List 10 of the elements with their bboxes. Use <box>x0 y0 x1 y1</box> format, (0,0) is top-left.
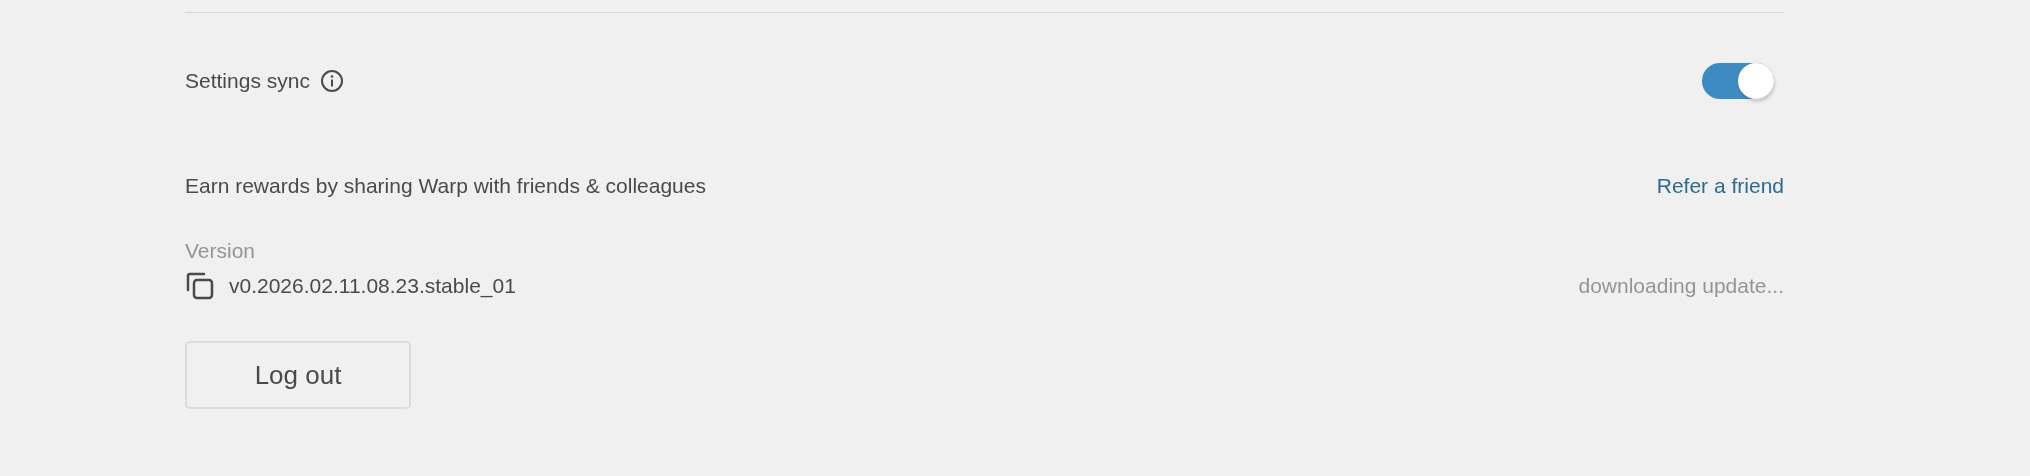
version-label: Version <box>185 239 256 263</box>
version-number: v0.2026.02.11.08.23.stable_01 <box>229 274 516 298</box>
update-status: downloading update... <box>1578 274 1784 298</box>
setting-label: Settings sync <box>185 69 310 93</box>
toggle-switch[interactable] <box>1702 63 1774 99</box>
copy-icon[interactable] <box>185 271 215 301</box>
info-icon[interactable] <box>319 69 344 93</box>
logout-button[interactable]: Log out <box>185 341 411 409</box>
referral-text: Earn rewards by sharing Warp with friends & colleagues <box>185 174 706 198</box>
refer-link[interactable]: Refer a friend <box>1656 174 1784 198</box>
